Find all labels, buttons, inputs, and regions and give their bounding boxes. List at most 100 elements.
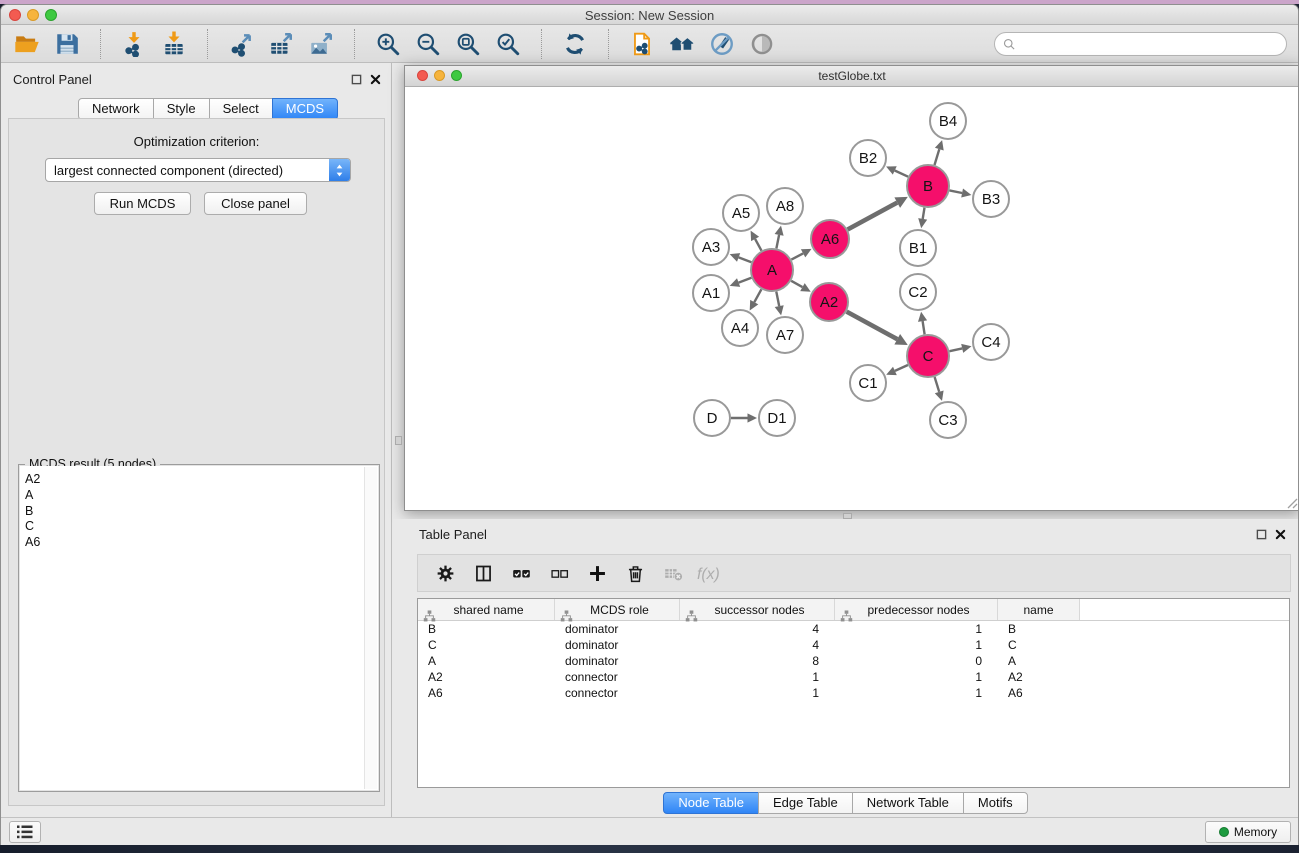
run-mcds-button[interactable]: Run MCDS	[94, 192, 191, 215]
graph-edge-A-A6[interactable]	[791, 253, 803, 259]
tab-select[interactable]: Select	[209, 98, 273, 120]
save-session-button[interactable]	[47, 28, 87, 60]
search-input[interactable]	[994, 32, 1287, 56]
scrollbar-track[interactable]	[364, 467, 377, 789]
table-cell[interactable]: C	[998, 637, 1080, 653]
graph-edge-B-B1[interactable]	[923, 208, 925, 219]
window-resize-grip[interactable]	[1285, 496, 1298, 509]
table-cell[interactable]: 1	[835, 637, 998, 653]
tab-network[interactable]: Network	[78, 98, 154, 120]
hide-selected-button[interactable]	[702, 28, 742, 60]
export-table-button[interactable]	[261, 28, 301, 60]
graph-edge-A6-B[interactable]	[848, 203, 898, 230]
tab-motifs[interactable]: Motifs	[963, 792, 1028, 814]
table-row[interactable]: A2connector11A2	[418, 669, 1289, 685]
table-cell[interactable]: dominator	[555, 621, 680, 637]
table-cell[interactable]: B	[418, 621, 555, 637]
table-cell[interactable]: C	[418, 637, 555, 653]
vertical-splitter-handle[interactable]	[395, 436, 402, 445]
table-cell[interactable]: 0	[835, 653, 998, 669]
graph-edge-A-A1[interactable]	[739, 278, 752, 283]
table-cell[interactable]: 1	[680, 685, 835, 701]
table-cell[interactable]: 8	[680, 653, 835, 669]
network-window-titlebar[interactable]: testGlobe.txt	[405, 66, 1299, 87]
delete-column-button[interactable]	[616, 558, 654, 588]
export-network-button[interactable]	[221, 28, 261, 60]
deselect-all-button[interactable]	[540, 558, 578, 588]
close-panel-button-mcds[interactable]: Close panel	[204, 192, 307, 215]
network-graph[interactable]: B4B2BB3A8A5A6A3B1AC2A1A2A4A7C4CC1C3DD1	[405, 87, 1299, 510]
table-cell[interactable]: A2	[998, 669, 1080, 685]
new-network-from-selection-button[interactable]	[622, 28, 662, 60]
import-network-button[interactable]	[114, 28, 154, 60]
graph-edge-A-A7[interactable]	[776, 292, 779, 307]
task-history-button[interactable]	[9, 821, 41, 843]
table-cell[interactable]: 1	[835, 685, 998, 701]
table-cell[interactable]: dominator	[555, 637, 680, 653]
table-cell[interactable]: 4	[680, 621, 835, 637]
table-cell[interactable]: connector	[555, 669, 680, 685]
column-header-predecessor-nodes[interactable]: predecessor nodes	[835, 599, 998, 620]
close-table-panel-button[interactable]	[1273, 527, 1287, 541]
tab-node-table[interactable]: Node Table	[663, 792, 759, 814]
table-cell[interactable]: B	[998, 621, 1080, 637]
table-cell[interactable]: 1	[680, 669, 835, 685]
tab-network-table[interactable]: Network Table	[852, 792, 964, 814]
mcds-result-item[interactable]: C	[20, 519, 378, 535]
table-cell[interactable]: dominator	[555, 653, 680, 669]
tab-mcds[interactable]: MCDS	[272, 98, 338, 120]
table-settings-button[interactable]	[426, 558, 464, 588]
table-row[interactable]: A6connector11A6	[418, 685, 1289, 701]
graph-edge-C-C1[interactable]	[895, 365, 908, 371]
table-row[interactable]: Adominator80A	[418, 653, 1289, 669]
graph-edge-A-A8[interactable]	[776, 235, 779, 249]
create-column-button[interactable]	[578, 558, 616, 588]
table-cell[interactable]: A	[998, 653, 1080, 669]
graph-edge-A-A2[interactable]	[791, 281, 802, 287]
show-column-button[interactable]	[464, 558, 502, 588]
float-table-panel-button[interactable]	[1254, 527, 1268, 541]
zoom-in-button[interactable]	[368, 28, 408, 60]
table-cell[interactable]: A	[418, 653, 555, 669]
apply-preferred-layout-button[interactable]	[555, 28, 595, 60]
tab-style[interactable]: Style	[153, 98, 210, 120]
zoom-out-button[interactable]	[408, 28, 448, 60]
graph-edge-A-A4[interactable]	[754, 289, 761, 302]
export-image-button[interactable]	[301, 28, 341, 60]
graph-edge-B-B3[interactable]	[950, 190, 963, 193]
column-header-successor-nodes[interactable]: successor nodes	[680, 599, 835, 620]
graph-edge-A-A3[interactable]	[739, 257, 752, 262]
table-cell[interactable]: A6	[418, 685, 555, 701]
table-cell[interactable]: 1	[835, 669, 998, 685]
graph-edge-C-C2[interactable]	[923, 321, 925, 334]
first-neighbors-button[interactable]	[662, 28, 702, 60]
table-cell[interactable]: connector	[555, 685, 680, 701]
graph-edge-B-B2[interactable]	[895, 171, 908, 177]
app-titlebar[interactable]: Session: New Session	[1, 5, 1298, 25]
mcds-result-item[interactable]: A6	[20, 535, 378, 551]
fit-selected-button[interactable]	[488, 28, 528, 60]
column-header-shared-name[interactable]: shared name	[418, 599, 555, 620]
table-cell[interactable]: 4	[680, 637, 835, 653]
select-all-button[interactable]	[502, 558, 540, 588]
table-cell[interactable]: 1	[835, 621, 998, 637]
close-panel-button[interactable]	[368, 72, 382, 86]
graph-edge-C-C4[interactable]	[950, 348, 963, 351]
search-text-field[interactable]	[1017, 37, 1286, 51]
network-view-window[interactable]: testGlobe.txt B4B2BB3A8A5A6A3B1AC2A1A2A4…	[404, 65, 1299, 511]
float-panel-button[interactable]	[349, 72, 363, 86]
graph-edge-C-C3[interactable]	[935, 377, 940, 392]
import-table-button[interactable]	[154, 28, 194, 60]
mcds-result-item[interactable]: A	[20, 488, 378, 504]
network-canvas[interactable]: B4B2BB3A8A5A6A3B1AC2A1A2A4A7C4CC1C3DD1	[405, 87, 1299, 510]
optimization-criterion-select[interactable]: largest connected component (directed)	[45, 158, 351, 182]
memory-button[interactable]: Memory	[1205, 821, 1291, 843]
mcds-result-item[interactable]: B	[20, 504, 378, 520]
mcds-result-item[interactable]: A2	[20, 472, 378, 488]
fit-content-button[interactable]	[448, 28, 488, 60]
table-cell[interactable]: A6	[998, 685, 1080, 701]
column-header-name[interactable]: name	[998, 599, 1080, 620]
table-row[interactable]: Bdominator41B	[418, 621, 1289, 637]
graph-edge-A2-C[interactable]	[847, 312, 898, 340]
tab-edge-table[interactable]: Edge Table	[758, 792, 853, 814]
